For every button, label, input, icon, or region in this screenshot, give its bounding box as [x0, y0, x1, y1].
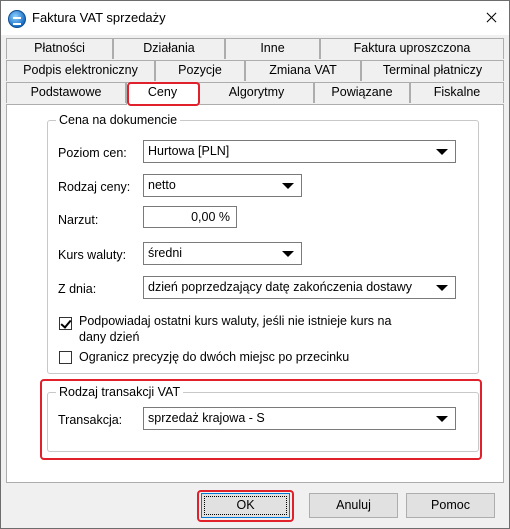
- chevron-down-icon[interactable]: [282, 251, 294, 257]
- tab-zmiana-vat[interactable]: Zmiana VAT: [245, 60, 361, 81]
- window-title: Faktura VAT sprzedaży: [32, 10, 166, 25]
- suggest-last-rate-checkbox[interactable]: [59, 317, 72, 330]
- markup-input[interactable]: 0,00 %: [143, 206, 237, 228]
- tab-terminal-platniczy[interactable]: Terminal płatniczy: [361, 60, 504, 81]
- chevron-down-icon[interactable]: [436, 416, 448, 422]
- price-level-label: Poziom cen:: [58, 146, 127, 160]
- limit-precision-label: Ogranicz precyzję do dwóch miejsc po prz…: [79, 350, 350, 364]
- transaction-value: sprzedaż krajowa - S: [148, 411, 265, 425]
- price-type-select[interactable]: netto: [143, 174, 302, 197]
- chevron-down-icon[interactable]: [282, 183, 294, 189]
- price-level-value: Hurtowa [PLN]: [148, 144, 230, 158]
- price-level-select[interactable]: Hurtowa [PLN]: [143, 140, 456, 163]
- close-icon[interactable]: [473, 1, 509, 35]
- transaction-label: Transakcja:: [58, 413, 123, 427]
- from-day-label: Z dnia:: [58, 282, 97, 296]
- tab-panel-ceny: Cena na dokumencie Poziom cen: Hurtowa […: [6, 104, 504, 483]
- cancel-button[interactable]: Anuluj: [309, 493, 398, 518]
- from-day-select[interactable]: dzień poprzedzający datę zakończenia dos…: [143, 276, 456, 299]
- title-bar[interactable]: Faktura VAT sprzedaży: [1, 1, 509, 35]
- limit-precision-checkbox[interactable]: [59, 351, 72, 364]
- exchange-rate-select[interactable]: średni: [143, 242, 302, 265]
- from-day-value: dzień poprzedzający datę zakończenia dos…: [148, 280, 413, 294]
- tab-ceny[interactable]: Ceny: [126, 82, 199, 105]
- tab-podstawowe[interactable]: Podstawowe: [6, 82, 126, 103]
- price-type-label: Rodzaj ceny:: [58, 180, 131, 194]
- ok-button[interactable]: OK: [201, 493, 290, 518]
- help-button[interactable]: Pomoc: [406, 493, 495, 518]
- focus-rect: [204, 496, 287, 515]
- chevron-down-icon[interactable]: [436, 149, 448, 155]
- tab-fiskalne[interactable]: Fiskalne: [410, 82, 504, 103]
- transaction-select[interactable]: sprzedaż krajowa - S: [143, 407, 456, 430]
- tab-algorytmy[interactable]: Algorytmy: [199, 82, 314, 103]
- tab-podpis-elektroniczny[interactable]: Podpis elektroniczny: [6, 60, 155, 81]
- tab-faktura-uproszczona[interactable]: Faktura uproszczona: [320, 38, 504, 59]
- tab-inne[interactable]: Inne: [225, 38, 320, 59]
- suggest-last-rate-label: Podpowiadaj ostatni kurs waluty, jeśli n…: [79, 314, 392, 344]
- exchange-rate-value: średni: [148, 246, 183, 260]
- chevron-down-icon[interactable]: [436, 285, 448, 291]
- tab-platnosci[interactable]: Płatności: [6, 38, 113, 59]
- tab-pozycje[interactable]: Pozycje: [155, 60, 245, 81]
- price-group-title: Cena na dokumencie: [56, 113, 181, 127]
- vat-group-title: Rodzaj transakcji VAT: [56, 385, 184, 399]
- tab-powiazane[interactable]: Powiązane: [314, 82, 410, 103]
- dialog-window: Faktura VAT sprzedaży Płatności Działani…: [0, 0, 510, 529]
- tab-dzialania[interactable]: Działania: [113, 38, 225, 59]
- exchange-rate-label: Kurs waluty:: [58, 248, 127, 262]
- markup-label: Narzut:: [58, 213, 99, 227]
- app-logo-icon: [8, 10, 26, 28]
- price-type-value: netto: [148, 178, 176, 192]
